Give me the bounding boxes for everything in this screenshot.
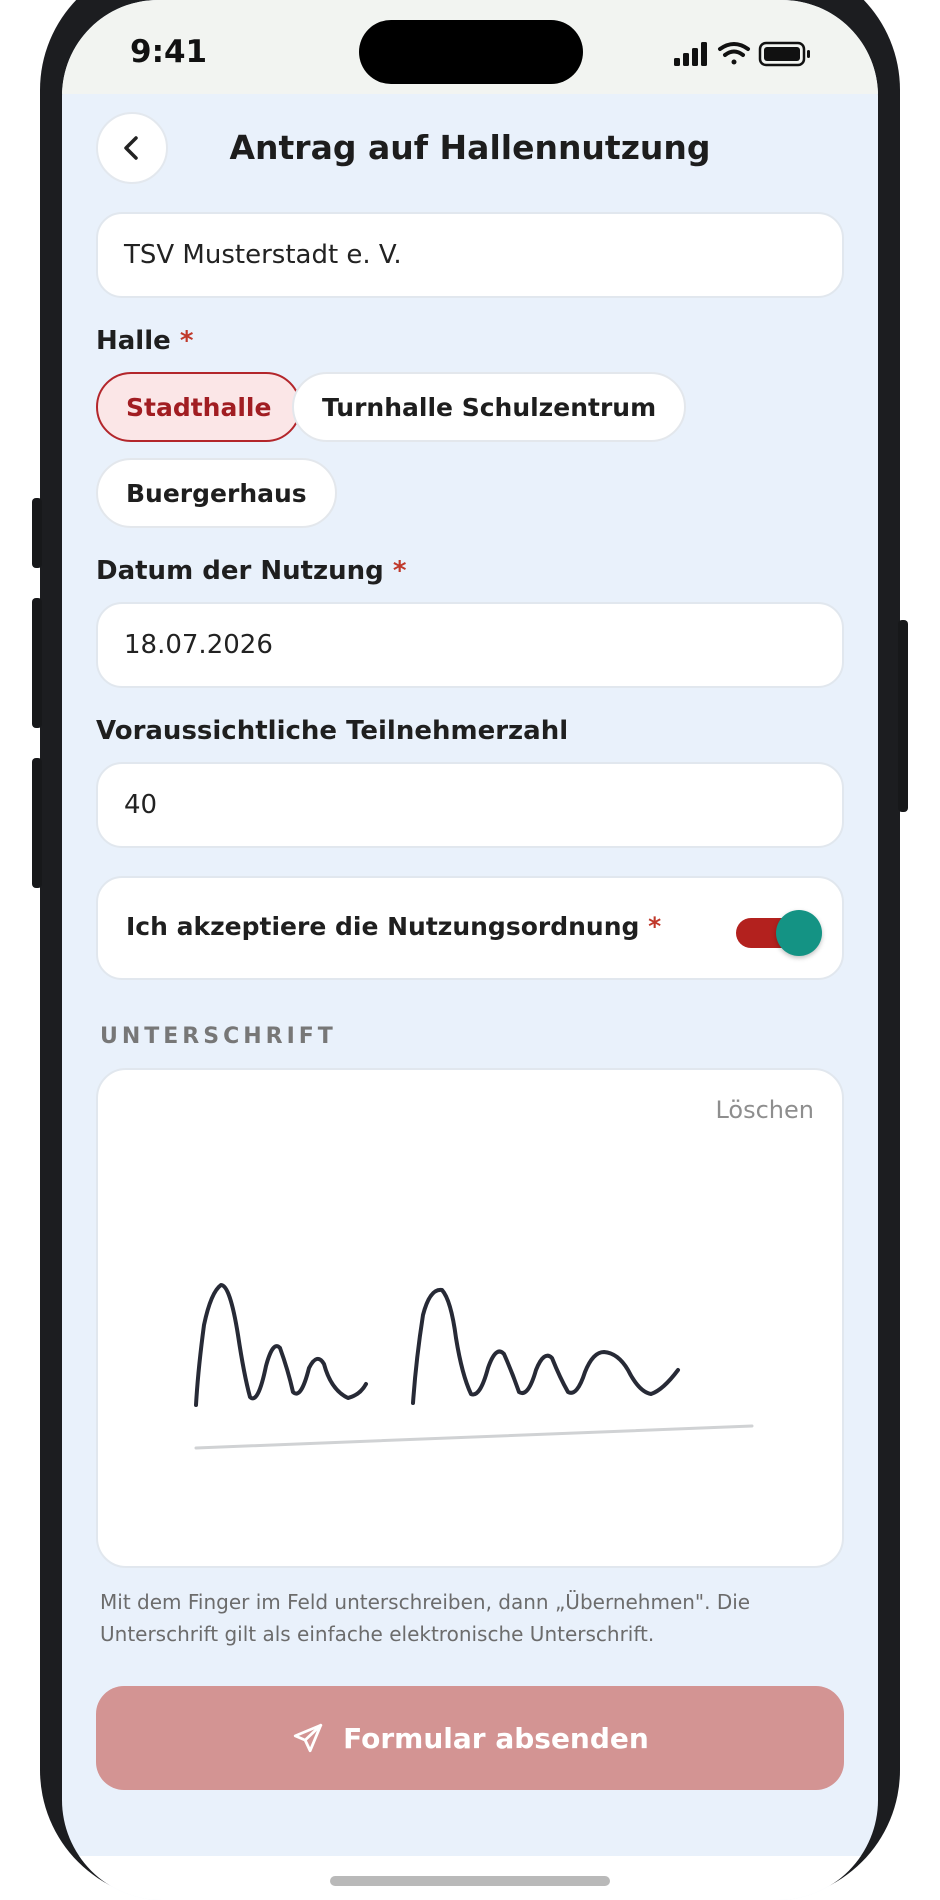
- hall-label: Halle *: [96, 326, 194, 356]
- hall-option-buergerhaus[interactable]: Buergerhaus: [96, 458, 337, 528]
- date-label: Datum der Nutzung *: [96, 556, 407, 586]
- date-input[interactable]: 18.07.2026: [96, 602, 844, 688]
- mute-switch: [32, 498, 42, 568]
- signature-drawing: [194, 1283, 754, 1450]
- page-title: Antrag auf Hallennutzung: [229, 128, 711, 167]
- required-mark: *: [179, 326, 194, 356]
- cellular-signal-icon: [674, 42, 707, 66]
- club-name-input[interactable]: TSV Musterstadt e. V.: [96, 212, 844, 298]
- signature-helper-text: Mit dem Finger im Feld unterschreiben, d…: [100, 1590, 751, 1646]
- participants-value: 40: [124, 790, 158, 820]
- signature-stroke-1: [194, 1283, 368, 1407]
- volume-down-button: [32, 758, 42, 888]
- participants-input[interactable]: 40: [96, 762, 844, 848]
- status-time: 9:41: [130, 34, 208, 70]
- battery-icon: [758, 41, 810, 67]
- required-mark: *: [392, 556, 407, 586]
- signature-stroke-2: [411, 1287, 680, 1405]
- signature-section-label: UNTERSCHRIFT: [100, 1024, 337, 1049]
- back-button[interactable]: [96, 112, 168, 184]
- dynamic-island: [359, 20, 583, 84]
- signature-baseline: [194, 1424, 754, 1450]
- status-bar: 9:41: [62, 0, 878, 94]
- signature-pad[interactable]: Löschen: [96, 1068, 844, 1568]
- toggle-knob: [776, 910, 822, 956]
- terms-label: Ich akzeptiere die Nutzungsordnung *: [126, 912, 662, 941]
- participants-label: Voraussichtliche Teilnehmerzahl: [96, 716, 569, 746]
- screen: 9:41 Antrag auf Hallennutzung TSV Muster…: [62, 0, 878, 1900]
- terms-toggle[interactable]: [736, 910, 822, 956]
- submit-label: Formular absenden: [343, 1721, 649, 1755]
- status-icons: [674, 41, 810, 67]
- terms-toggle-row: Ich akzeptiere die Nutzungsordnung *: [96, 876, 844, 980]
- club-name-value: TSV Musterstadt e. V.: [124, 240, 402, 270]
- power-button: [898, 620, 908, 812]
- volume-up-button: [32, 598, 42, 728]
- wifi-icon: [718, 42, 750, 65]
- date-value: 18.07.2026: [124, 630, 273, 660]
- submit-button[interactable]: Formular absenden: [96, 1686, 844, 1790]
- hall-option-stadthalle[interactable]: Stadthalle: [96, 372, 302, 442]
- send-icon: [291, 1721, 325, 1755]
- required-mark: *: [648, 912, 662, 941]
- hall-option-turnhalle-schulzentrum[interactable]: Turnhalle Schulzentrum: [292, 372, 687, 442]
- chevron-left-icon: [124, 136, 138, 160]
- home-indicator[interactable]: [330, 1876, 610, 1886]
